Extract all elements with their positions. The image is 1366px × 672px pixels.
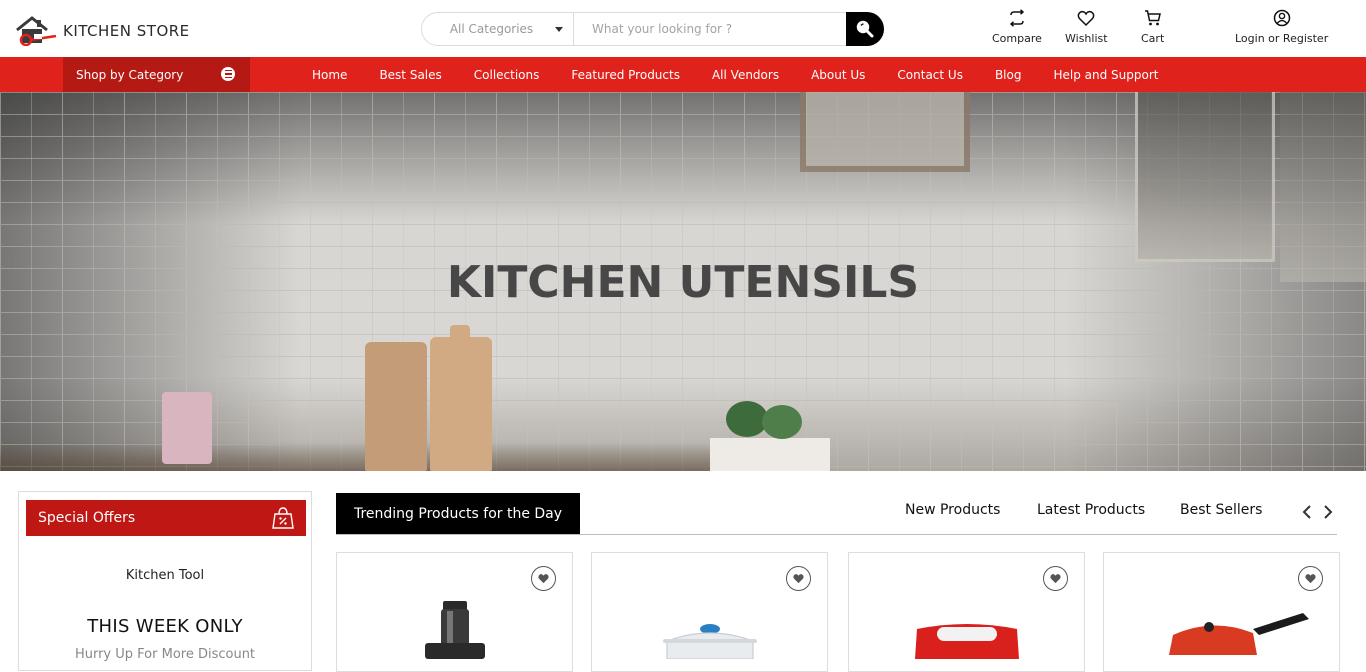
cart-icon bbox=[1144, 10, 1161, 26]
juicer-image bbox=[424, 601, 485, 659]
tab-latest-products[interactable]: Latest Products bbox=[1037, 502, 1145, 518]
login-register-label: Login or Register bbox=[1235, 32, 1329, 45]
shop-by-category-button[interactable]: Shop by Category bbox=[63, 57, 250, 92]
nav-link-collections[interactable]: Collections bbox=[474, 68, 540, 82]
logo-house-icon bbox=[16, 16, 57, 46]
hero-cabinet bbox=[1135, 92, 1275, 262]
category-select-value: All Categories bbox=[449, 22, 534, 36]
hero-cutting-board-2 bbox=[430, 325, 492, 471]
nav-link-featured-products[interactable]: Featured Products bbox=[571, 68, 680, 82]
tab-new-products[interactable]: New Products bbox=[905, 502, 1000, 518]
store-logo[interactable]: KITCHEN STORE bbox=[14, 14, 190, 46]
nav-link-about-us[interactable]: About Us bbox=[811, 68, 865, 82]
compare-icon bbox=[1009, 9, 1025, 27]
chevron-down-icon bbox=[555, 27, 563, 32]
menu-icon bbox=[221, 67, 235, 81]
login-register-button[interactable]: Login or Register bbox=[1235, 9, 1328, 45]
main-nav: Shop by Category Home Best Sales Collect… bbox=[0, 57, 1366, 92]
product-card-mixer[interactable] bbox=[848, 552, 1085, 672]
nav-links: Home Best Sales Collections Featured Pro… bbox=[296, 57, 1174, 92]
search-input[interactable] bbox=[574, 13, 846, 45]
shop-by-category-label: Shop by Category bbox=[76, 67, 184, 82]
tab-trending-products[interactable]: Trending Products for the Day bbox=[336, 493, 580, 534]
special-offers-headline: THIS WEEK ONLY bbox=[87, 616, 243, 637]
nav-link-help-support[interactable]: Help and Support bbox=[1053, 68, 1158, 82]
product-card-juicer[interactable] bbox=[336, 552, 573, 672]
add-to-wishlist-button[interactable] bbox=[786, 566, 811, 591]
heart-icon bbox=[1050, 574, 1061, 584]
hero-plant-pot bbox=[710, 438, 830, 471]
pot-image bbox=[662, 624, 757, 659]
add-to-wishlist-button[interactable] bbox=[531, 566, 556, 591]
nav-link-contact-us[interactable]: Contact Us bbox=[897, 68, 963, 82]
search-bar: All Categories bbox=[421, 12, 884, 46]
cart-button[interactable]: Cart bbox=[1141, 9, 1164, 45]
nav-link-best-sales[interactable]: Best Sales bbox=[379, 68, 441, 82]
add-to-wishlist-button[interactable] bbox=[1043, 566, 1068, 591]
special-offers-panel: Special Offers Kitchen Tool THIS WEEK ON… bbox=[18, 491, 312, 671]
hero-title: KITCHEN UTENSILS bbox=[446, 257, 920, 308]
site-header: KITCHEN STORE All Categories Compare Wis… bbox=[0, 0, 1366, 57]
heart-icon bbox=[538, 574, 549, 584]
search-button[interactable] bbox=[846, 12, 884, 46]
logo-text: KITCHEN STORE bbox=[63, 22, 190, 40]
wishlist-button[interactable]: Wishlist bbox=[1065, 9, 1108, 45]
nav-link-blog[interactable]: Blog bbox=[995, 68, 1022, 82]
heart-icon bbox=[793, 574, 804, 584]
heart-icon bbox=[1305, 574, 1316, 584]
chevron-left-icon[interactable] bbox=[1300, 504, 1314, 520]
cart-label: Cart bbox=[1141, 32, 1165, 45]
nav-link-home[interactable]: Home bbox=[312, 68, 347, 82]
special-offers-header: Special Offers bbox=[26, 500, 306, 536]
search-icon bbox=[856, 20, 874, 38]
hero-cutting-board bbox=[365, 342, 427, 471]
nav-link-all-vendors[interactable]: All Vendors bbox=[712, 68, 779, 82]
hero-counter bbox=[0, 442, 720, 471]
mixer-image bbox=[914, 624, 1019, 659]
product-card-pot[interactable] bbox=[591, 552, 828, 672]
hero-pink-jar bbox=[162, 392, 212, 464]
special-offers-title: Special Offers bbox=[38, 510, 136, 526]
product-card-pan[interactable] bbox=[1103, 552, 1340, 672]
discount-bag-icon bbox=[272, 507, 294, 529]
compare-button[interactable]: Compare bbox=[992, 9, 1042, 45]
tab-best-sellers[interactable]: Best Sellers bbox=[1180, 502, 1262, 518]
wishlist-label: Wishlist bbox=[1065, 32, 1108, 45]
hero-plant bbox=[722, 399, 812, 439]
add-to-wishlist-button[interactable] bbox=[1298, 566, 1323, 591]
hero-wall-frame bbox=[800, 92, 970, 172]
hero-banner: KITCHEN UTENSILS bbox=[0, 92, 1366, 471]
heart-icon bbox=[1077, 10, 1095, 27]
pan-image bbox=[1169, 613, 1310, 655]
compare-label: Compare bbox=[992, 32, 1042, 45]
user-icon bbox=[1273, 9, 1290, 27]
tabs-divider bbox=[336, 534, 1337, 535]
special-offers-subtitle: Kitchen Tool bbox=[125, 568, 205, 583]
category-select[interactable]: All Categories bbox=[422, 13, 574, 45]
chevron-right-icon[interactable] bbox=[1321, 504, 1335, 520]
special-offers-hint: Hurry Up For More Discount bbox=[74, 647, 256, 662]
